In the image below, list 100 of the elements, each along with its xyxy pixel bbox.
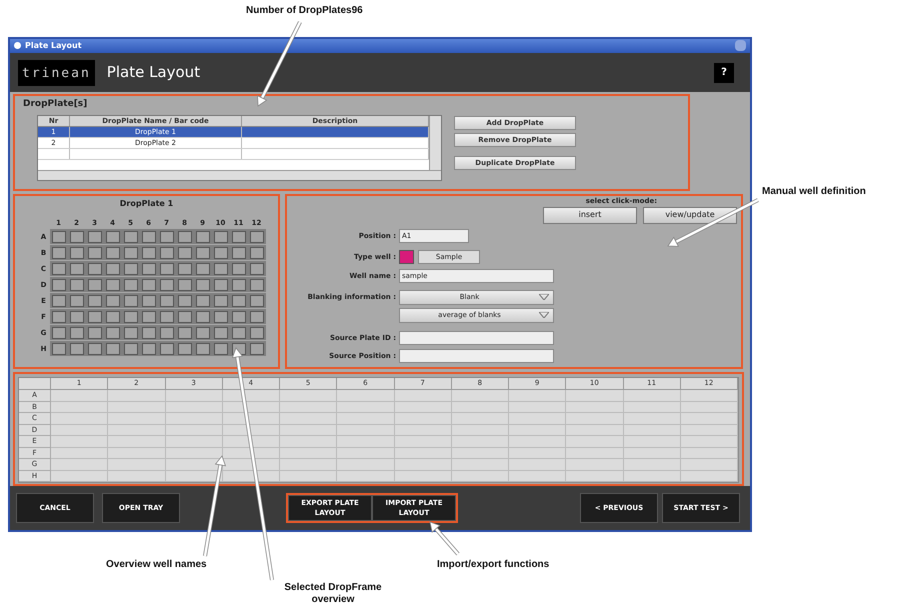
grid-cell[interactable] (280, 413, 338, 425)
well[interactable] (250, 342, 264, 355)
grid-cell[interactable] (566, 436, 624, 448)
grid-cell[interactable] (452, 402, 509, 414)
grid-cell[interactable] (566, 413, 624, 425)
grid-cell[interactable] (108, 459, 166, 471)
well[interactable] (196, 310, 210, 323)
grid-cell[interactable] (337, 424, 394, 436)
well[interactable] (214, 294, 228, 307)
grid-cell[interactable] (337, 470, 394, 482)
grid-cell[interactable] (394, 402, 452, 414)
grid-cell[interactable] (222, 470, 280, 482)
grid-cell[interactable] (680, 459, 738, 471)
well[interactable] (250, 278, 264, 291)
grid-cell[interactable] (509, 413, 566, 425)
well[interactable] (178, 310, 192, 323)
grid-cell[interactable] (280, 436, 338, 448)
grid-cell[interactable] (222, 448, 280, 460)
well[interactable] (232, 326, 246, 339)
grid-cell[interactable] (509, 448, 566, 460)
grid-cell[interactable] (680, 448, 738, 460)
well[interactable] (160, 310, 174, 323)
grid-cell[interactable] (51, 436, 108, 448)
well[interactable] (160, 294, 174, 307)
well[interactable] (178, 294, 192, 307)
well[interactable] (106, 342, 120, 355)
grid-cell[interactable] (108, 390, 166, 402)
grid-cell[interactable] (624, 424, 681, 436)
vertical-scrollbar[interactable] (429, 116, 441, 170)
well[interactable] (88, 310, 102, 323)
grid-cell[interactable] (394, 413, 452, 425)
well[interactable] (196, 294, 210, 307)
well[interactable] (214, 310, 228, 323)
grid-cell[interactable] (624, 390, 681, 402)
well[interactable] (124, 246, 138, 259)
grid-cell[interactable] (624, 470, 681, 482)
grid-cell[interactable] (108, 470, 166, 482)
well[interactable] (52, 294, 66, 307)
grid-cell[interactable] (337, 413, 394, 425)
well[interactable] (196, 262, 210, 275)
grid-cell[interactable] (337, 459, 394, 471)
well[interactable] (70, 294, 84, 307)
well[interactable] (142, 278, 156, 291)
well[interactable] (160, 230, 174, 243)
grid-cell[interactable] (509, 390, 566, 402)
well[interactable] (250, 326, 264, 339)
grid-cell[interactable] (51, 413, 108, 425)
well[interactable] (88, 278, 102, 291)
well[interactable] (250, 262, 264, 275)
well[interactable] (106, 246, 120, 259)
grid-cell[interactable] (566, 424, 624, 436)
grid-cell[interactable] (394, 459, 452, 471)
grid-cell[interactable] (624, 413, 681, 425)
well[interactable] (124, 310, 138, 323)
well[interactable] (214, 342, 228, 355)
well[interactable] (178, 278, 192, 291)
well[interactable] (214, 326, 228, 339)
grid-cell[interactable] (337, 390, 394, 402)
grid-cell[interactable] (222, 413, 280, 425)
well[interactable] (88, 342, 102, 355)
well[interactable] (124, 230, 138, 243)
well[interactable] (178, 326, 192, 339)
grid-cell[interactable] (680, 413, 738, 425)
well[interactable] (88, 246, 102, 259)
well[interactable] (106, 294, 120, 307)
grid-cell[interactable] (452, 436, 509, 448)
well[interactable] (232, 278, 246, 291)
grid-cell[interactable] (680, 436, 738, 448)
well[interactable] (214, 278, 228, 291)
grid-cell[interactable] (222, 402, 280, 414)
well[interactable] (160, 246, 174, 259)
well[interactable] (142, 262, 156, 275)
grid-cell[interactable] (394, 470, 452, 482)
grid-cell[interactable] (452, 459, 509, 471)
grid-cell[interactable] (680, 390, 738, 402)
grid-cell[interactable] (166, 402, 223, 414)
well[interactable] (142, 342, 156, 355)
grid-cell[interactable] (222, 390, 280, 402)
well[interactable] (232, 246, 246, 259)
well[interactable] (250, 310, 264, 323)
grid-cell[interactable] (166, 470, 223, 482)
well[interactable] (178, 230, 192, 243)
well[interactable] (52, 262, 66, 275)
grid-cell[interactable] (566, 402, 624, 414)
grid-cell[interactable] (680, 470, 738, 482)
well[interactable] (106, 310, 120, 323)
grid-cell[interactable] (51, 470, 108, 482)
grid-cell[interactable] (51, 402, 108, 414)
well[interactable] (70, 230, 84, 243)
grid-cell[interactable] (509, 424, 566, 436)
grid-cell[interactable] (280, 470, 338, 482)
grid-cell[interactable] (509, 470, 566, 482)
grid-cell[interactable] (108, 448, 166, 460)
well[interactable] (124, 262, 138, 275)
grid-cell[interactable] (452, 424, 509, 436)
well[interactable] (52, 246, 66, 259)
mode-button[interactable]: view/update (643, 206, 737, 224)
well[interactable] (124, 294, 138, 307)
grid-cell[interactable] (452, 390, 509, 402)
well[interactable] (250, 246, 264, 259)
